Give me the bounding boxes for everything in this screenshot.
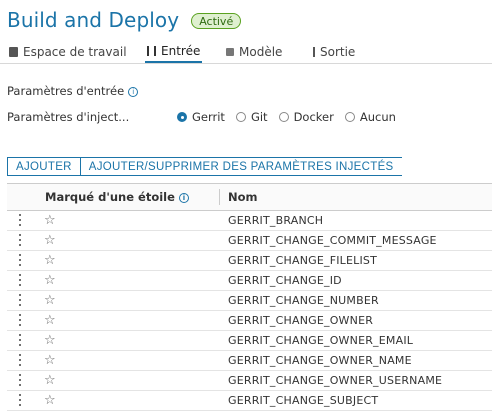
- row-menu-icon[interactable]: [18, 273, 22, 287]
- column-label: Marqué d'une étoile: [45, 190, 175, 204]
- param-name: GERRIT_BRANCH: [228, 214, 324, 227]
- tab-bar: Espace de travail Entrée Modèle Sortie: [0, 38, 492, 64]
- radio-gerrit[interactable]: Gerrit: [177, 110, 225, 124]
- tab-output[interactable]: Sortie: [307, 41, 355, 63]
- radio-label: Git: [250, 110, 268, 124]
- row-menu-icon[interactable]: [18, 373, 22, 387]
- row-menu-icon[interactable]: [18, 233, 22, 247]
- tab-workspace[interactable]: Espace de travail: [9, 41, 127, 63]
- param-name: GERRIT_CHANGE_SUBJECT: [228, 394, 379, 407]
- radio-unselected-icon: [344, 112, 355, 122]
- table-row[interactable]: ☆ GERRIT_CHANGE_OWNER_USERNAME: [7, 371, 492, 391]
- star-icon[interactable]: ☆: [44, 211, 56, 230]
- param-name: GERRIT_CHANGE_OWNER: [228, 314, 374, 327]
- radio-none[interactable]: Aucun: [344, 110, 396, 124]
- radio-label: Gerrit: [192, 110, 225, 124]
- row-menu-icon[interactable]: [18, 253, 22, 267]
- row-menu-icon[interactable]: [18, 213, 22, 227]
- action-buttons: AJOUTER AJOUTER/SUPPRIMER DES PARAMÈTRES…: [7, 157, 402, 177]
- row-menu-icon[interactable]: [18, 293, 22, 307]
- add-remove-injected-params-button[interactable]: AJOUTER/SUPPRIMER DES PARAMÈTRES INJECTÉ…: [80, 157, 402, 176]
- info-icon[interactable]: i: [128, 86, 139, 97]
- table-row[interactable]: ☆ GERRIT_BRANCH: [7, 211, 492, 231]
- workspace-icon: [9, 47, 18, 57]
- row-menu-icon[interactable]: [18, 313, 22, 327]
- column-header-starred[interactable]: Marqué d'une étoile i: [45, 184, 189, 210]
- radio-git[interactable]: Git: [235, 110, 268, 124]
- param-name: GERRIT_CHANGE_OWNER_EMAIL: [228, 334, 414, 347]
- injection-params-label: Paramètres d'inject...: [7, 110, 130, 124]
- column-divider[interactable]: [219, 189, 220, 205]
- injection-params-row: Paramètres d'inject... Gerrit Git Docker…: [7, 109, 487, 125]
- star-icon[interactable]: ☆: [44, 291, 56, 310]
- table-header: Marqué d'une étoile i Nom: [7, 183, 492, 211]
- row-menu-icon[interactable]: [18, 353, 22, 367]
- table-row[interactable]: ☆ GERRIT_CHANGE_OWNER_EMAIL: [7, 331, 492, 351]
- input-icon: [147, 46, 156, 56]
- tab-label: Modèle: [239, 45, 283, 59]
- info-icon[interactable]: i: [178, 192, 189, 203]
- add-button[interactable]: AJOUTER: [7, 157, 81, 176]
- model-icon: [226, 48, 234, 56]
- star-icon[interactable]: ☆: [44, 371, 56, 390]
- output-icon: [307, 47, 315, 57]
- radio-unselected-icon: [235, 112, 246, 122]
- table-row[interactable]: ☆ GERRIT_CHANGE_OWNER: [7, 311, 492, 331]
- tab-label: Sortie: [320, 45, 356, 59]
- star-icon[interactable]: ☆: [44, 251, 56, 270]
- table-body: ☆ GERRIT_BRANCH ☆ GERRIT_CHANGE_COMMIT_MESS…: [7, 211, 492, 411]
- star-icon[interactable]: ☆: [44, 331, 56, 350]
- table-row[interactable]: ☆ GERRIT_CHANGE_SUBJECT: [7, 391, 492, 411]
- table-row[interactable]: ☆ GERRIT_CHANGE_ID: [7, 271, 492, 291]
- tab-model[interactable]: Modèle: [226, 41, 282, 63]
- tab-input[interactable]: Entrée: [145, 41, 203, 63]
- star-icon[interactable]: ☆: [44, 351, 56, 370]
- table-row[interactable]: ☆ GERRIT_CHANGE_NUMBER: [7, 291, 492, 311]
- tab-label: Entrée: [161, 44, 201, 58]
- radio-label: Aucun: [359, 110, 396, 124]
- star-icon[interactable]: ☆: [44, 391, 56, 410]
- row-menu-icon[interactable]: [18, 333, 22, 347]
- radio-label: Docker: [293, 110, 334, 124]
- star-icon[interactable]: ☆: [44, 311, 56, 330]
- param-name: GERRIT_CHANGE_ID: [228, 274, 342, 287]
- radio-docker[interactable]: Docker: [278, 110, 334, 124]
- radio-selected-icon: [177, 112, 187, 122]
- param-name: GERRIT_CHANGE_COMMIT_MESSAGE: [228, 234, 437, 247]
- table-row[interactable]: ☆ GERRIT_CHANGE_COMMIT_MESSAGE: [7, 231, 492, 251]
- param-name: GERRIT_CHANGE_OWNER_USERNAME: [228, 374, 443, 387]
- table-row[interactable]: ☆ GERRIT_CHANGE_FILELIST: [7, 251, 492, 271]
- star-icon[interactable]: ☆: [44, 231, 56, 250]
- tab-label: Espace de travail: [23, 45, 127, 59]
- star-icon[interactable]: ☆: [44, 271, 56, 290]
- page-header: Build and Deploy Activé: [7, 6, 242, 34]
- radio-unselected-icon: [278, 112, 289, 122]
- input-params-label: Paramètres d'entrée: [7, 84, 125, 98]
- page-title: Build and Deploy: [7, 8, 180, 32]
- param-name: GERRIT_CHANGE_OWNER_NAME: [228, 354, 412, 367]
- param-name: GERRIT_CHANGE_NUMBER: [228, 294, 379, 307]
- params-table: Marqué d'une étoile i Nom ☆ GERRIT_BRANCH ☆…: [7, 183, 492, 411]
- column-header-name[interactable]: Nom: [228, 184, 258, 210]
- status-badge: Activé: [191, 13, 242, 29]
- input-params-heading: Paramètres d'entrée i: [7, 84, 139, 98]
- table-row[interactable]: ☆ GERRIT_CHANGE_OWNER_NAME: [7, 351, 492, 371]
- row-menu-icon[interactable]: [18, 393, 22, 407]
- param-name: GERRIT_CHANGE_FILELIST: [228, 254, 378, 267]
